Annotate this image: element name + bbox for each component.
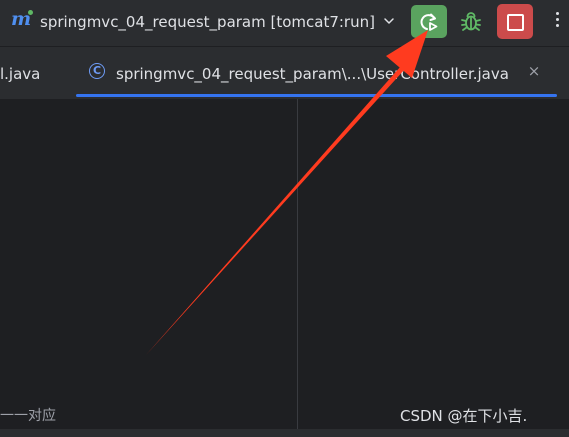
chevron-down-icon[interactable]	[382, 14, 396, 28]
csdn-watermark: CSDN @在下小吉.	[400, 407, 528, 425]
maven-logo-icon: m	[11, 9, 33, 29]
ide-window: m springmvc_04_request_param [tomcat7:ru…	[0, 0, 569, 437]
stop-icon	[507, 14, 524, 31]
class-icon: C	[89, 63, 105, 79]
rerun-button[interactable]	[411, 5, 447, 38]
active-tab-indicator	[76, 94, 557, 97]
run-configuration-name[interactable]: springmvc_04_request_param [tomcat7:run]	[40, 12, 375, 32]
run-toolbar: m springmvc_04_request_param [tomcat7:ru…	[0, 0, 569, 46]
tab-label: springmvc_04_request_param\...\UserContr…	[116, 65, 509, 83]
editor-text-fragment: 一一对应	[0, 408, 56, 424]
tab-user-controller[interactable]: C springmvc_04_request_param\...\UserCon…	[76, 47, 557, 99]
bug-icon[interactable]	[458, 8, 484, 34]
editor-tab-bar: l.java C springmvc_04_request_param\...\…	[0, 47, 569, 99]
more-vertical-icon[interactable]	[549, 9, 565, 33]
rerun-icon	[420, 13, 438, 31]
right-margin-guide	[297, 99, 298, 437]
code-editor[interactable]	[0, 99, 569, 437]
close-icon[interactable]: ×	[526, 63, 542, 79]
stop-button[interactable]	[497, 4, 533, 39]
tab-previous-file[interactable]: l.java	[0, 64, 40, 84]
bottom-scroll-strip	[0, 429, 569, 437]
